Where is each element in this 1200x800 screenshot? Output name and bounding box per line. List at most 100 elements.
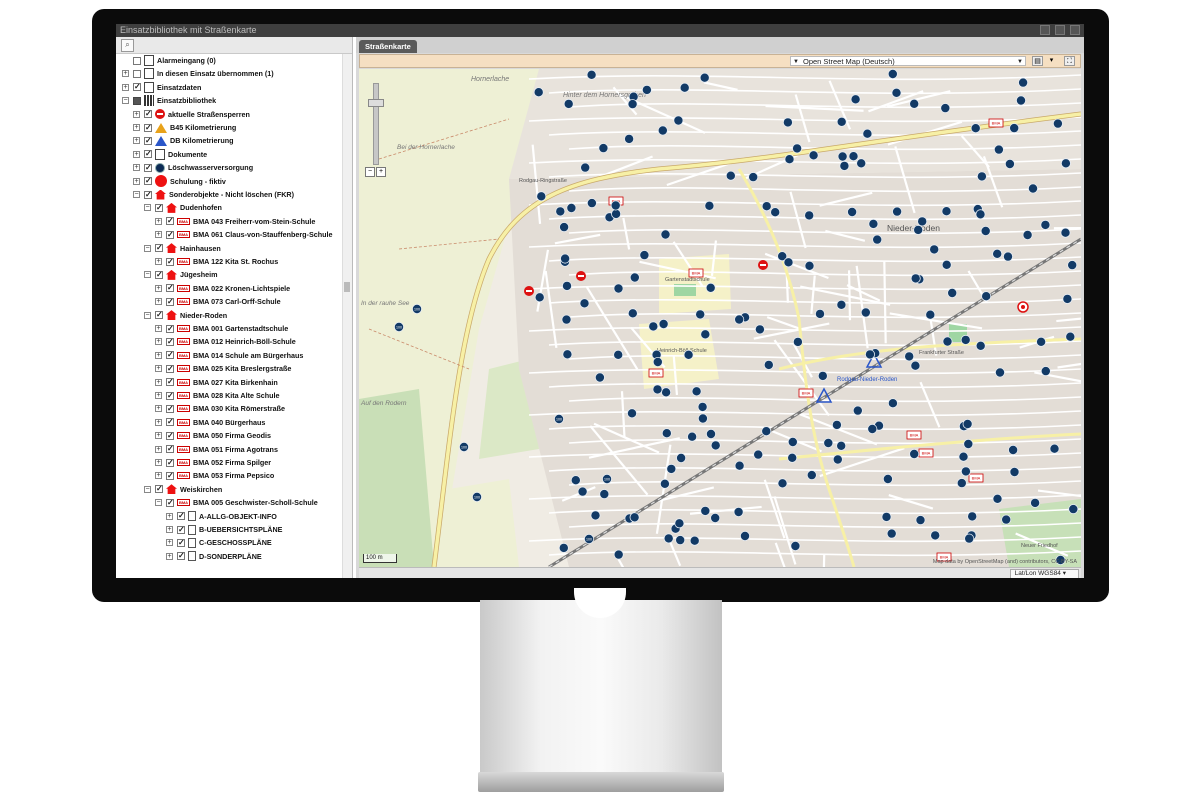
hydrant-marker[interactable] [734, 314, 745, 325]
hydrant-marker[interactable] [787, 436, 798, 447]
tree-item[interactable]: + ✓ aktuelle Straßensperren [133, 108, 250, 121]
tree-checkbox[interactable]: ✓ [144, 190, 152, 199]
hydrant-marker[interactable] [806, 470, 817, 481]
tree-checkbox[interactable] [133, 96, 141, 105]
tree-item[interactable]: − ✓ Jügesheim [144, 268, 218, 281]
hydrant-marker[interactable] [641, 84, 652, 95]
tree-item[interactable]: + ✓ Schulung - fiktiv [133, 175, 226, 188]
street-map[interactable]: Hornerlache Hinter dem Hornersgraben Bei… [359, 69, 1081, 567]
expand-icon[interactable]: + [133, 124, 140, 131]
collapse-icon[interactable]: − [122, 97, 129, 105]
tree-checkbox[interactable]: ✓ [166, 445, 174, 454]
hydrant-marker[interactable] [734, 460, 745, 471]
hydrant-marker[interactable] [808, 150, 819, 161]
tree-checkbox[interactable]: ✓ [166, 257, 174, 266]
hydrant-marker[interactable] [872, 234, 883, 245]
tree-checkbox[interactable]: ✓ [166, 458, 174, 467]
hydrant-marker[interactable] [909, 448, 920, 459]
tree-item[interactable]: + ✓ BMA BMA 043 Freiherr-vom-Stein-Schule [155, 215, 315, 228]
tree-checkbox[interactable]: ✓ [166, 431, 174, 440]
hydrant-marker[interactable] [613, 349, 624, 360]
hydrant-marker[interactable] [613, 283, 624, 294]
hydrant-marker[interactable] [725, 170, 736, 181]
hydrant-marker[interactable] [704, 200, 715, 211]
hydrant-marker[interactable] [992, 493, 1003, 504]
hydrant-marker[interactable] [648, 321, 659, 332]
hydrant-marker[interactable] [652, 384, 663, 395]
hydrant-marker[interactable] [580, 162, 591, 173]
hydrant-marker[interactable] [699, 72, 710, 83]
hydrant-marker[interactable] [1009, 466, 1020, 477]
zoom-slider[interactable] [373, 83, 379, 165]
hydrant-marker[interactable] [661, 387, 672, 398]
hydrant-marker[interactable] [1018, 77, 1029, 88]
hydrant-marker[interactable] [1040, 366, 1051, 377]
hydrant-marker[interactable] [663, 533, 674, 544]
tree-item[interactable]: + ✓ BMA BMA 027 Kita Birkenhain [155, 376, 278, 389]
hydrant-marker[interactable] [1003, 251, 1014, 262]
hydrant-marker[interactable] [970, 123, 981, 134]
hydrant-marker[interactable] [579, 298, 590, 309]
hydrant-marker[interactable] [1067, 260, 1078, 271]
expand-icon[interactable]: + [155, 392, 162, 399]
tree-checkbox[interactable]: ✓ [144, 136, 152, 145]
tree-item[interactable]: + ✓ BMA BMA 061 Claus-von-Stauffenberg-Schu… [155, 228, 333, 241]
tree-item[interactable]: + ✓ BMA BMA 053 Firma Pepsico [155, 469, 274, 482]
hydrant-marker[interactable] [586, 198, 597, 209]
hydrant-marker[interactable] [804, 210, 815, 221]
tree-checkbox[interactable]: ✓ [166, 391, 174, 400]
hydrant-marker[interactable] [675, 535, 686, 546]
hydrant-marker[interactable] [1065, 331, 1076, 342]
expand-icon[interactable]: + [155, 298, 162, 306]
collapse-icon[interactable]: − [133, 191, 140, 198]
hydrant-marker[interactable] [613, 549, 624, 560]
hydrant-marker[interactable] [886, 528, 897, 539]
tree-item[interactable]: + ✓ BMA BMA 012 Heinrich-Böll-Schule [155, 335, 296, 348]
hydrant-marker[interactable] [559, 222, 570, 233]
hydrant-marker[interactable] [976, 171, 987, 182]
tree-checkbox[interactable] [133, 56, 141, 65]
hydrant-marker[interactable] [676, 452, 687, 463]
hydrant-marker[interactable] [847, 206, 858, 217]
tree-checkbox[interactable]: ✓ [166, 404, 174, 413]
hydrant-marker[interactable] [992, 248, 1003, 259]
hydrant-marker[interactable] [995, 367, 1006, 378]
hydrant-marker[interactable] [560, 253, 571, 264]
expand-icon[interactable]: + [166, 526, 173, 533]
search-icon[interactable]: ⌕ [121, 39, 134, 52]
hydrant-marker[interactable] [1068, 504, 1079, 515]
hydrant-marker[interactable] [577, 486, 588, 497]
hydrant-marker[interactable] [700, 329, 711, 340]
hydrant-marker[interactable] [784, 154, 795, 165]
hydrant-marker[interactable] [770, 207, 781, 218]
hydrant-marker[interactable] [882, 473, 893, 484]
hydrant-marker[interactable] [837, 151, 848, 162]
hydrant-marker[interactable] [1008, 444, 1019, 455]
tree-item[interactable]: + ✓ Löschwasserversorgung [133, 161, 253, 174]
expand-icon[interactable]: + [122, 70, 129, 78]
chevron-down-icon[interactable]: ▾ [1046, 56, 1057, 66]
hydrant-marker[interactable] [689, 535, 700, 546]
hydrant-marker[interactable] [679, 82, 690, 93]
hydrant-marker[interactable] [783, 257, 794, 268]
tree-item[interactable]: Alarmeingang (0) [122, 54, 216, 67]
hydrant-marker[interactable] [964, 533, 975, 544]
hydrant-marker[interactable] [599, 489, 610, 500]
hydrant-marker[interactable] [626, 408, 637, 419]
hydrant-marker[interactable] [817, 370, 828, 381]
hydrant-marker[interactable] [960, 334, 971, 345]
tree-item[interactable]: + ✓ C-GESCHOSSPLÄNE [166, 536, 272, 549]
expand-icon[interactable]: + [155, 338, 162, 346]
fullscreen-icon[interactable]: ⛶ [1064, 56, 1075, 66]
tree-item[interactable]: − Einsatzbibliothek [122, 94, 216, 107]
zoom-control[interactable]: − + [365, 83, 386, 177]
hydrant-marker[interactable] [814, 308, 825, 319]
tree-checkbox[interactable]: ✓ [177, 538, 185, 547]
hydrant-marker[interactable] [915, 515, 926, 526]
expand-icon[interactable]: + [166, 539, 173, 547]
expand-icon[interactable]: + [133, 177, 140, 185]
hydrant-marker[interactable] [860, 307, 871, 318]
tree-checkbox[interactable]: ✓ [144, 163, 152, 172]
tree-item[interactable]: + ✓ BMA BMA 022 Kronen-Lichtspiele [155, 282, 290, 295]
tree-checkbox[interactable]: ✓ [166, 351, 174, 360]
